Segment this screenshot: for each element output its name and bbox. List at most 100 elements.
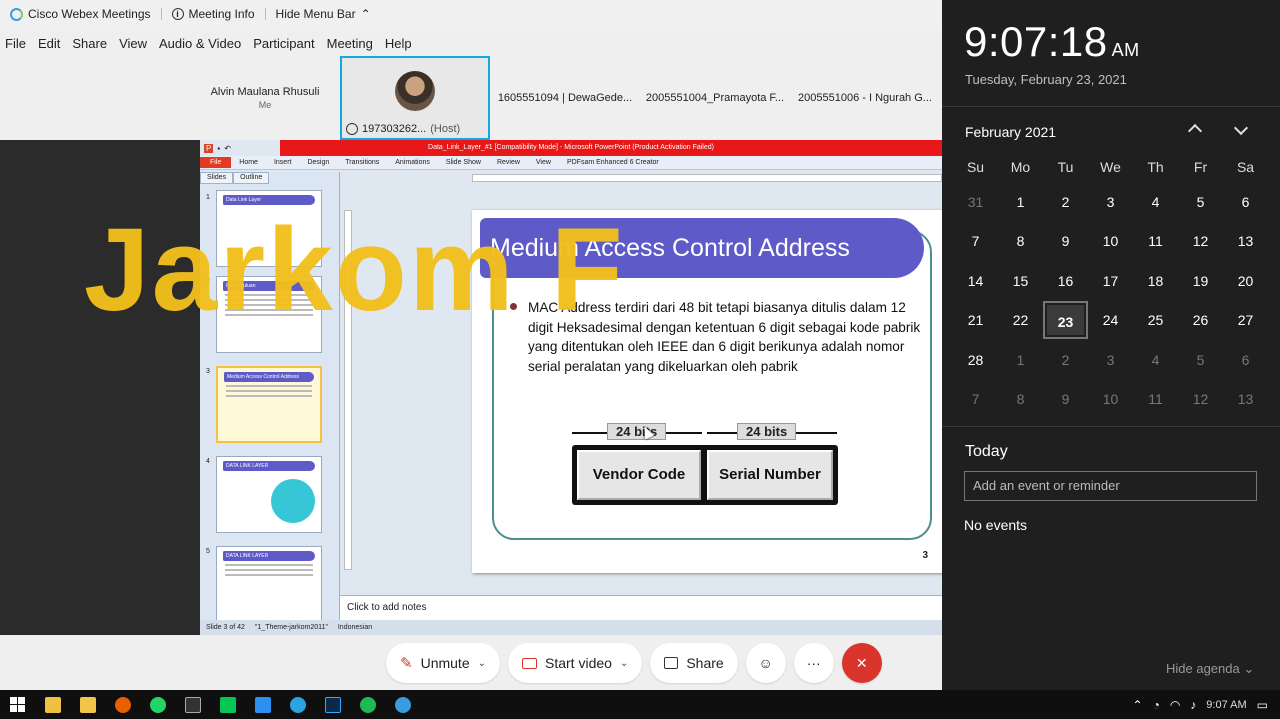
calendar-day[interactable]: 12 bbox=[1178, 222, 1223, 260]
start-video-button[interactable]: Start video ⌄ bbox=[508, 643, 643, 683]
calendar-day-today[interactable]: 23 bbox=[1043, 301, 1088, 340]
slide-thumbnail[interactable]: Pendahuluan bbox=[216, 276, 322, 353]
wifi-icon[interactable]: ◠ bbox=[1170, 698, 1180, 712]
calendar-day[interactable]: 6 bbox=[1223, 341, 1268, 379]
menu-audio-video[interactable]: Audio & Video bbox=[153, 36, 247, 51]
taskbar-spotify[interactable] bbox=[350, 690, 385, 719]
calendar-day[interactable]: 2 bbox=[1043, 341, 1088, 379]
ppt-tab-review[interactable]: Review bbox=[489, 159, 528, 166]
taskbar-photoshop[interactable] bbox=[315, 690, 350, 719]
tab-outline[interactable]: Outline bbox=[233, 172, 270, 184]
taskbar-vscode[interactable] bbox=[245, 690, 280, 719]
menu-edit[interactable]: Edit bbox=[32, 36, 66, 51]
calendar-day[interactable]: 25 bbox=[1133, 301, 1178, 339]
calendar-day[interactable]: 24 bbox=[1088, 301, 1133, 339]
participant-tile-host[interactable]: 197303262... (Host) bbox=[340, 56, 490, 140]
save-icon[interactable]: ▪ bbox=[217, 144, 220, 153]
calendar-day[interactable]: 5 bbox=[1178, 341, 1223, 379]
ppt-tab-insert[interactable]: Insert bbox=[266, 159, 300, 166]
network-icon[interactable]: ◔ bbox=[1153, 698, 1160, 712]
calendar-day[interactable]: 27 bbox=[1223, 301, 1268, 339]
slide-thumbnail-active[interactable]: Medium Access Control Address bbox=[216, 366, 322, 443]
slide-thumbnail[interactable]: DATA LINK LAYER bbox=[216, 546, 322, 623]
calendar-day[interactable]: 3 bbox=[1088, 341, 1133, 379]
hide-agenda-button[interactable]: Hide agenda ⌄ bbox=[1166, 661, 1254, 677]
ppt-tab-file[interactable]: File bbox=[200, 157, 232, 168]
meeting-info-button[interactable]: i Meeting Info bbox=[162, 7, 265, 21]
calendar-day[interactable]: 4 bbox=[1133, 183, 1178, 221]
taskbar-firefox[interactable] bbox=[105, 690, 140, 719]
calendar-day[interactable]: 7 bbox=[953, 380, 998, 418]
calendar-day[interactable]: 1 bbox=[998, 183, 1043, 221]
undo-icon[interactable]: ↶ bbox=[224, 144, 231, 153]
taskbar-whatsapp[interactable] bbox=[140, 690, 175, 719]
month-label[interactable]: February 2021 bbox=[965, 124, 1056, 140]
calendar-day[interactable]: 11 bbox=[1133, 380, 1178, 418]
calendar-day[interactable]: 22 bbox=[998, 301, 1043, 339]
calendar-day[interactable]: 4 bbox=[1133, 341, 1178, 379]
ppt-tab-home[interactable]: Home bbox=[231, 159, 266, 166]
calendar-day[interactable]: 9 bbox=[1043, 380, 1088, 418]
calendar-day[interactable]: 10 bbox=[1088, 380, 1133, 418]
calendar-day[interactable]: 9 bbox=[1043, 222, 1088, 260]
reactions-button[interactable]: ☺ bbox=[745, 643, 786, 683]
chevron-up-icon[interactable]: ⌃ bbox=[1133, 698, 1143, 712]
ppt-tab-transitions[interactable]: Transitions bbox=[337, 159, 387, 166]
taskbar-line[interactable] bbox=[210, 690, 245, 719]
calendar-day[interactable]: 15 bbox=[998, 262, 1043, 300]
previous-month-button[interactable] bbox=[1187, 120, 1203, 139]
notification-icon[interactable]: ▭ bbox=[1257, 698, 1268, 712]
menu-view[interactable]: View bbox=[113, 36, 153, 51]
calendar-day[interactable]: 7 bbox=[953, 222, 998, 260]
calendar-day[interactable]: 11 bbox=[1133, 222, 1178, 260]
tab-slides[interactable]: Slides bbox=[200, 172, 234, 184]
ppt-tab-slideshow[interactable]: Slide Show bbox=[438, 159, 489, 166]
ppt-tab-design[interactable]: Design bbox=[299, 159, 337, 166]
calendar-day[interactable]: 13 bbox=[1223, 222, 1268, 260]
calendar-day[interactable]: 6 bbox=[1223, 183, 1268, 221]
notes-pane[interactable]: Click to add notes bbox=[340, 595, 942, 620]
menu-file[interactable]: File bbox=[0, 36, 32, 51]
calendar-day[interactable]: 20 bbox=[1223, 262, 1268, 300]
taskbar-explorer[interactable] bbox=[70, 690, 105, 719]
ppt-tab-view[interactable]: View bbox=[528, 159, 559, 166]
calendar-day[interactable]: 13 bbox=[1223, 380, 1268, 418]
next-month-button[interactable] bbox=[1233, 120, 1249, 136]
calendar-day[interactable]: 19 bbox=[1178, 262, 1223, 300]
menu-participant[interactable]: Participant bbox=[247, 36, 320, 51]
calendar-day[interactable]: 2 bbox=[1043, 183, 1088, 221]
calendar-day[interactable]: 28 bbox=[953, 341, 998, 379]
ppt-tab-animations[interactable]: Animations bbox=[387, 159, 438, 166]
calendar-day[interactable]: 8 bbox=[998, 380, 1043, 418]
unmute-button[interactable]: ✎ Unmute ⌄ bbox=[386, 643, 500, 683]
leave-meeting-button[interactable]: ✕ bbox=[841, 643, 882, 683]
calendar-day[interactable]: 5 bbox=[1178, 183, 1223, 221]
participant-tile-self[interactable]: Alvin Maulana Rhusuli Me bbox=[190, 56, 340, 140]
slide-thumbnail[interactable]: Data Link Layer bbox=[216, 190, 322, 267]
calendar-day[interactable]: 31 bbox=[953, 183, 998, 221]
taskbar-webex[interactable] bbox=[385, 690, 420, 719]
participant-tile[interactable]: 2005551004_Pramayota F... bbox=[640, 56, 790, 140]
menu-meeting[interactable]: Meeting bbox=[321, 36, 379, 51]
full-date[interactable]: Tuesday, February 23, 2021 bbox=[965, 72, 1127, 87]
ppt-tab-pdfsam[interactable]: PDFsam Enhanced 6 Creator bbox=[559, 159, 667, 166]
slide-thumbnail[interactable]: DATA LINK LAYER bbox=[216, 456, 322, 533]
calendar-day[interactable]: 8 bbox=[998, 222, 1043, 260]
taskbar-telegram[interactable] bbox=[280, 690, 315, 719]
calendar-day[interactable]: 26 bbox=[1178, 301, 1223, 339]
start-button[interactable] bbox=[0, 690, 35, 719]
calendar-day[interactable]: 3 bbox=[1088, 183, 1133, 221]
participant-tile[interactable]: 1605551094 | DewaGede... bbox=[490, 56, 640, 140]
volume-icon[interactable]: ♪ bbox=[1190, 698, 1196, 712]
hide-menu-bar-button[interactable]: Hide Menu Bar ⌃ bbox=[266, 7, 381, 21]
taskbar-clock[interactable]: 9:07 AM bbox=[1206, 699, 1246, 711]
menu-help[interactable]: Help bbox=[379, 36, 418, 51]
calendar-day[interactable]: 12 bbox=[1178, 380, 1223, 418]
more-options-button[interactable]: ··· bbox=[793, 643, 834, 683]
calendar-day[interactable]: 16 bbox=[1043, 262, 1088, 300]
add-event-input[interactable]: Add an event or reminder bbox=[964, 471, 1257, 501]
participant-tile[interactable]: 2005551006 - I Ngurah G... bbox=[790, 56, 940, 140]
calendar-day[interactable]: 1 bbox=[998, 341, 1043, 379]
menu-share[interactable]: Share bbox=[66, 36, 113, 51]
taskbar-terminal[interactable] bbox=[175, 690, 210, 719]
